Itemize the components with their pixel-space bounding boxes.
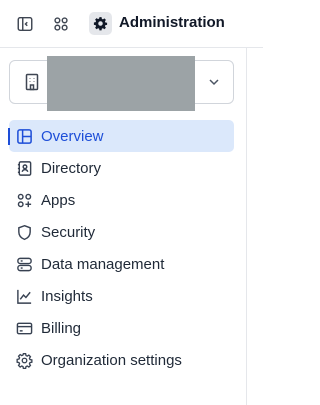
sidebar-item-directory[interactable]: Directory (9, 152, 234, 184)
contacts-book-icon (16, 160, 33, 177)
sidebar-item-label: Directory (41, 160, 102, 177)
organization-selector[interactable] (9, 56, 234, 111)
sidebar-nav: Overview Directory Apps Security Data ma… (8, 120, 234, 376)
chevron-down-icon[interactable] (206, 74, 222, 90)
sidebar-item-label: Data management (41, 256, 165, 273)
gear-icon (89, 12, 112, 35)
sidebar-item-organization-settings[interactable]: Organization settings (9, 344, 234, 376)
sidebar-item-label: Overview (41, 128, 104, 145)
gear-icon (16, 352, 33, 370)
layout-icon (16, 128, 33, 145)
top-bar: Administration (0, 0, 263, 48)
line-chart-icon (16, 288, 33, 305)
sidebar-item-label: Apps (41, 192, 76, 209)
sidebar-item-overview[interactable]: Overview (8, 120, 234, 152)
sidebar-item-billing[interactable]: Billing (9, 312, 234, 344)
sidebar-panel-icon[interactable] (15, 14, 35, 34)
credit-card-icon (16, 320, 33, 337)
grid-icon[interactable] (51, 14, 71, 34)
sidebar-item-label: Billing (41, 320, 82, 337)
sidebar-item-label: Insights (41, 288, 93, 305)
apps-plus-icon (16, 192, 33, 209)
page-title: Administration (119, 14, 225, 31)
sidebar-item-insights[interactable]: Insights (9, 280, 234, 312)
sidebar-item-security[interactable]: Security (9, 216, 234, 248)
active-indicator (8, 128, 10, 145)
header-divider (0, 47, 263, 48)
sidebar-item-apps[interactable]: Apps (9, 184, 234, 216)
shield-icon (16, 224, 33, 241)
organization-name-redacted (47, 56, 195, 111)
sidebar-item-label: Security (41, 224, 96, 241)
sidebar-divider (246, 47, 247, 405)
sidebar-item-data-management[interactable]: Data management (9, 248, 234, 280)
database-icon (16, 256, 33, 273)
building-icon (23, 73, 41, 91)
sidebar-item-label: Organization settings (41, 352, 182, 369)
